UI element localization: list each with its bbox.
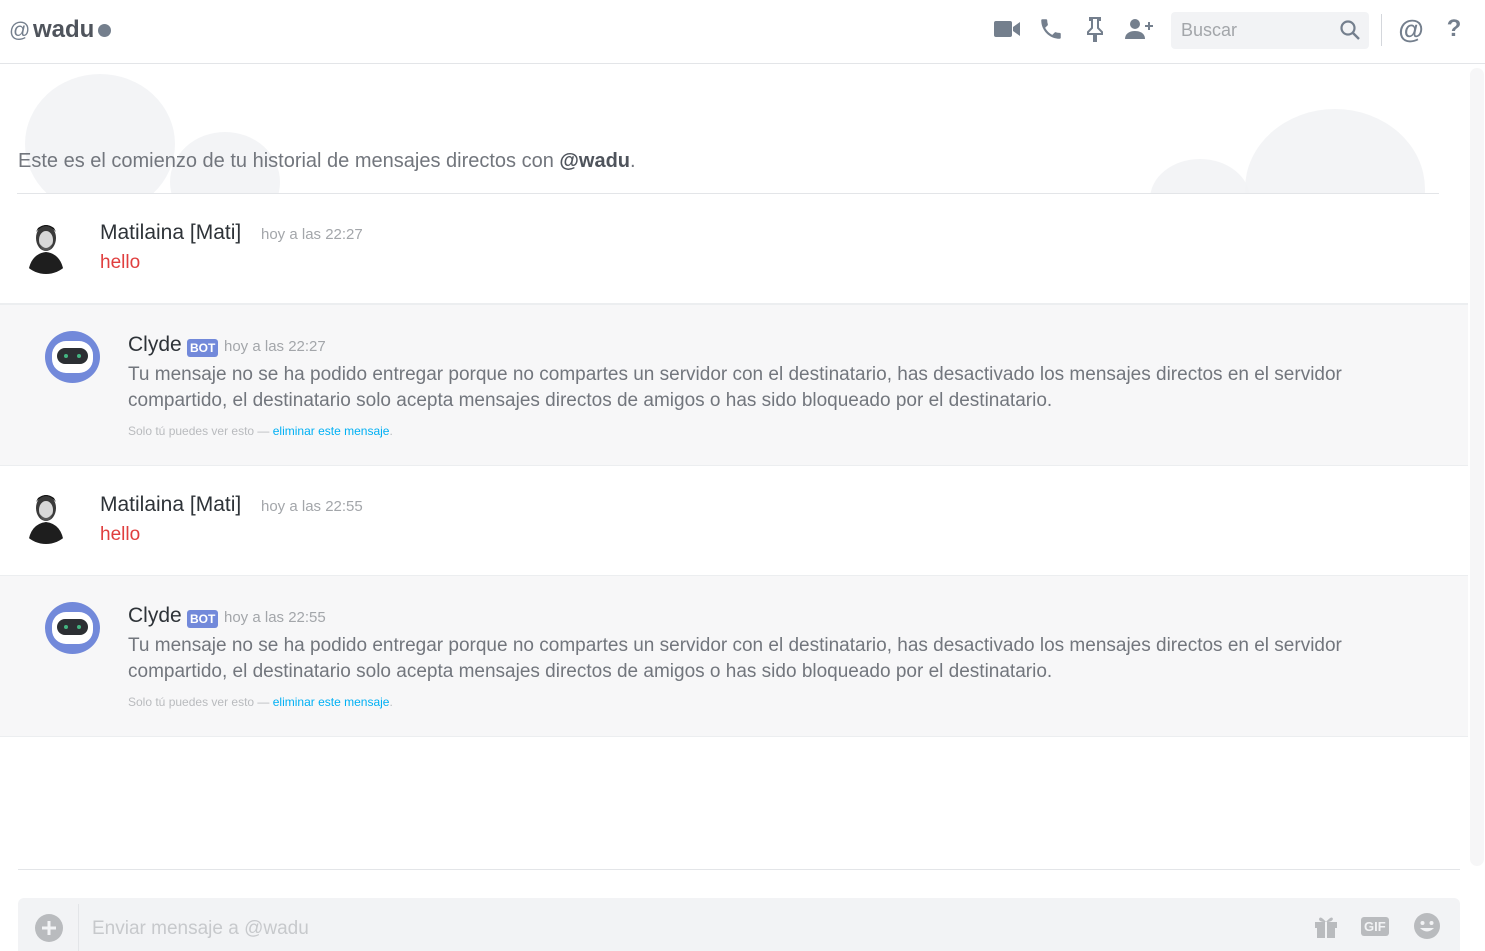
composer-divider (78, 904, 79, 951)
delete-message-link[interactable]: eliminar este mensaje (273, 424, 390, 438)
dm-intro: Este es el comienzo de tu historial de m… (0, 64, 1468, 194)
upload-plus-button[interactable] (35, 914, 63, 942)
channel-header: @ wadu @ ? (0, 0, 1485, 64)
message-author[interactable]: Clyde (128, 604, 182, 628)
clyde-avatar[interactable] (45, 602, 100, 654)
message-content: Tu mensaje no se ha podido entregar porq… (128, 364, 1342, 411)
gif-button[interactable]: GIF (1361, 917, 1389, 936)
scrollbar[interactable] (1470, 68, 1484, 866)
message-group: Clyde BOT hoy a las 22:55 Tu mensaje no … (0, 575, 1468, 737)
divider (18, 869, 1460, 870)
decorative-blob (25, 74, 175, 194)
offline-status-indicator (98, 24, 111, 37)
channel-name[interactable]: wadu (33, 16, 94, 44)
bot-badge: BOT (187, 610, 219, 628)
voice-call-icon[interactable] (1036, 14, 1066, 44)
message-timestamp: hoy a las 22:27 (224, 338, 326, 355)
message-timestamp: hoy a las 22:55 (224, 609, 326, 626)
search-box[interactable] (1171, 12, 1369, 49)
clyde-avatar[interactable] (45, 331, 100, 383)
search-input[interactable] (1171, 12, 1331, 49)
message-content: hello (100, 524, 141, 545)
delete-message-link[interactable]: eliminar este mensaje (273, 695, 390, 709)
emoji-icon[interactable] (1413, 912, 1441, 945)
video-call-icon[interactable] (992, 14, 1022, 44)
message-group: Matilaina [Mati] hoy a las 22:27 hello (0, 194, 1468, 304)
mentions-icon[interactable]: @ (1396, 14, 1426, 44)
message-content: hello (100, 252, 141, 273)
bot-badge: BOT (187, 339, 219, 357)
message-group: Matilaina [Mati] hoy a las 22:55 hello (0, 466, 1468, 576)
ephemeral-note: Solo tú puedes ver esto — eliminar este … (128, 695, 393, 709)
pin-icon[interactable] (1080, 14, 1110, 44)
message-author[interactable]: Matilaina [Mati] (100, 221, 241, 245)
at-symbol: @ (9, 19, 31, 42)
message-group: Clyde BOT hoy a las 22:27 Tu mensaje no … (0, 304, 1468, 466)
message-author[interactable]: Clyde (128, 333, 182, 357)
decorative-blob (1245, 109, 1425, 194)
decorative-blob (1150, 159, 1250, 194)
ephemeral-note: Solo tú puedes ver esto — eliminar este … (128, 424, 393, 438)
add-friend-icon[interactable] (1124, 14, 1154, 44)
avatar[interactable] (18, 218, 74, 274)
help-icon[interactable]: ? (1439, 14, 1469, 44)
message-author[interactable]: Matilaina [Mati] (100, 493, 241, 517)
message-timestamp: hoy a las 22:27 (261, 226, 363, 243)
message-composer: GIF (18, 898, 1460, 951)
avatar[interactable] (18, 488, 74, 544)
message-timestamp: hoy a las 22:55 (261, 498, 363, 515)
message-input[interactable] (92, 912, 1192, 946)
search-icon[interactable] (1339, 19, 1361, 46)
gift-icon[interactable] (1313, 913, 1339, 944)
dm-intro-text: Este es el comienzo de tu historial de m… (18, 150, 636, 172)
message-content: Tu mensaje no se ha podido entregar porq… (128, 635, 1342, 682)
header-divider (1381, 14, 1382, 46)
